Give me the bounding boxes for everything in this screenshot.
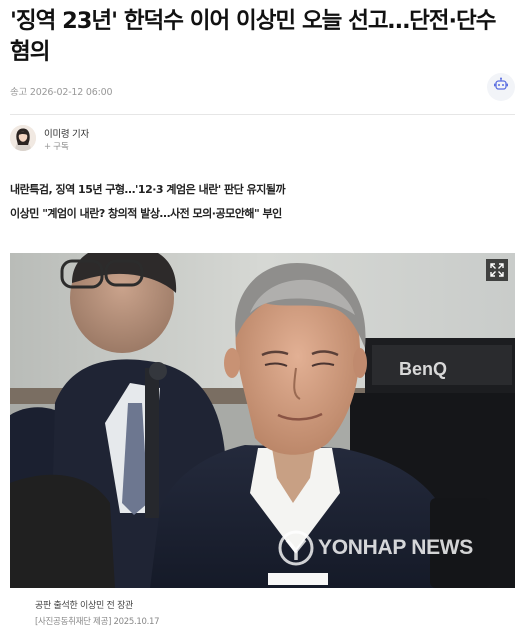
reporter-name[interactable]: 이미령 기자: [44, 126, 89, 140]
ai-summary-button[interactable]: [487, 73, 515, 101]
expand-photo-button[interactable]: [486, 259, 508, 281]
robot-icon: [493, 77, 509, 97]
publish-date: 송고 2026-02-12 06:00: [10, 87, 113, 98]
yonhap-watermark: YONHAP NEWS: [278, 528, 473, 568]
subscribe-label: 구독: [53, 142, 69, 152]
subscribe-button[interactable]: + 구독: [44, 140, 69, 152]
summary-line-1: 내란특검, 징역 15년 구형…'12·3 계엄은 내란' 판단 유지될까: [10, 183, 286, 196]
photo-credit: [사진공동취재단 제공] 2025.10.17: [35, 617, 160, 627]
photo-caption: 공판 출석한 이상민 전 장관: [35, 601, 134, 611]
header-divider: [10, 114, 515, 115]
yonhap-logo-icon: [278, 530, 314, 566]
watermark-text: YONHAP NEWS: [318, 536, 473, 559]
expand-icon: [490, 263, 504, 277]
monitor-brand: BenQ: [399, 359, 447, 379]
reporter-avatar[interactable]: [10, 125, 36, 151]
article-headline: '징역 23년' 한덕수 이어 이상민 오늘 선고…단전·단수 혐의: [10, 8, 496, 65]
plus-icon: +: [44, 142, 52, 152]
article-meta: 송고 2026-02-12 06:00: [10, 73, 515, 101]
article-photo[interactable]: BenQ YONHAP NEWS: [10, 253, 515, 588]
summary-line-2: 이상민 "계엄이 내란? 창의적 발상…사전 모의·공모안해" 부인: [10, 207, 282, 220]
